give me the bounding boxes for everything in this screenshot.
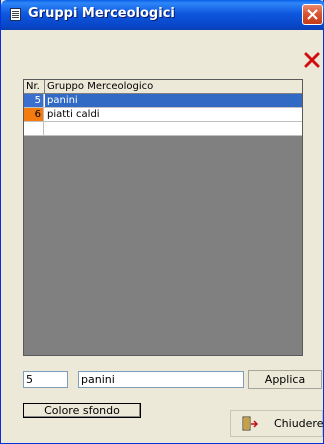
row-nr: 5: [24, 94, 44, 107]
row-nr: 6: [24, 108, 44, 121]
table-row[interactable]: [24, 122, 302, 136]
row-name: piatti caldi: [47, 109, 100, 120]
window-close-button[interactable]: [302, 4, 323, 25]
groups-grid[interactable]: Nr. Gruppo Merceologico 5 panini 6 piatt…: [23, 79, 303, 356]
row-name: [45, 122, 302, 135]
delete-button[interactable]: [303, 51, 321, 69]
column-header-nr[interactable]: Nr.: [24, 80, 45, 93]
red-x-icon: [304, 52, 320, 68]
title-bar[interactable]: Gruppi Merceologici: [1, 0, 324, 30]
group-name-field[interactable]: panini: [78, 371, 244, 388]
row-name: panini: [45, 94, 302, 107]
door-exit-icon: [242, 416, 258, 431]
apply-button[interactable]: Applica: [248, 370, 322, 389]
nr-field[interactable]: 5: [23, 371, 68, 388]
window-title: Gruppi Merceologici: [28, 6, 175, 21]
window: Gruppi Merceologici Nr. Gruppo Merceolog…: [0, 0, 324, 444]
close-button-label: Chiudere: [274, 417, 324, 430]
row-nr: [24, 122, 44, 135]
column-header-group[interactable]: Gruppo Merceologico: [45, 80, 302, 93]
list-window-icon: [10, 8, 21, 21]
close-icon: [307, 9, 318, 20]
table-row[interactable]: 5 panini: [24, 94, 302, 108]
close-button[interactable]: Chiudere: [230, 410, 323, 437]
grid-header: Nr. Gruppo Merceologico: [24, 80, 302, 94]
table-row[interactable]: 6 piatti caldi: [24, 108, 302, 122]
background-color-button[interactable]: Colore sfondo: [23, 403, 141, 418]
